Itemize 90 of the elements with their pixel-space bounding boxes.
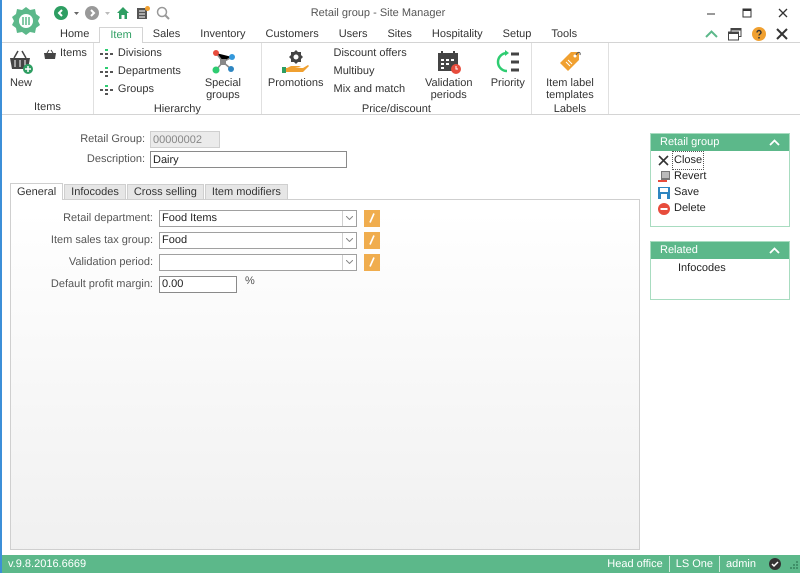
panel-title: Related bbox=[660, 243, 699, 258]
dropdown[interactable] bbox=[159, 254, 357, 270]
close-icon[interactable] bbox=[776, 28, 788, 40]
menu-tab[interactable]: Inventory bbox=[190, 26, 256, 42]
menu-tab[interactable]: Hospitality bbox=[422, 26, 493, 42]
back-icon[interactable] bbox=[54, 6, 68, 20]
edit-button[interactable] bbox=[364, 210, 380, 226]
ribbon-button[interactable]: Departments bbox=[100, 65, 181, 78]
ribbon-button[interactable]: Validation periods bbox=[414, 47, 484, 101]
field-label: Description: bbox=[86, 153, 145, 166]
hierarchy-icon bbox=[100, 48, 114, 58]
field-label: Retail department: bbox=[63, 212, 153, 224]
chevron-down-icon bbox=[346, 216, 353, 220]
unit-label: % bbox=[245, 274, 255, 289]
collapse-icon[interactable] bbox=[705, 30, 718, 38]
ribbon-group-label: Labels bbox=[554, 103, 586, 115]
tab[interactable]: Cross selling bbox=[126, 184, 204, 199]
action-link[interactable]: Infocodes bbox=[677, 260, 727, 277]
network-icon bbox=[210, 49, 236, 75]
action-link[interactable]: Save bbox=[673, 184, 700, 201]
ribbon-button[interactable]: Discount offers bbox=[334, 47, 407, 60]
window-title: Retail group - Site Manager bbox=[310, 6, 446, 21]
ribbon-button[interactable]: Groups bbox=[100, 83, 181, 96]
basket-icon bbox=[44, 48, 56, 58]
action-link[interactable]: Revert bbox=[673, 168, 708, 185]
ribbon-button[interactable]: Priority bbox=[488, 47, 528, 89]
ribbon-button[interactable]: Items bbox=[44, 47, 87, 60]
field-label: Item sales tax group: bbox=[50, 234, 153, 246]
check-icon bbox=[769, 558, 781, 570]
basket-icon bbox=[8, 49, 34, 75]
ribbon-group-label: Hierarchy bbox=[154, 103, 201, 115]
hierarchy-icon bbox=[100, 84, 114, 94]
version-text: v.9.8.2016.6669 bbox=[7, 556, 86, 572]
help-icon[interactable] bbox=[752, 27, 766, 41]
pencil-icon bbox=[368, 235, 376, 245]
chevron-down-icon bbox=[346, 260, 353, 264]
ribbon-button[interactable]: New bbox=[5, 47, 37, 89]
menu-tab[interactable]: Sites bbox=[377, 26, 422, 42]
chevron-down-icon bbox=[346, 238, 353, 242]
field-label: Validation period: bbox=[68, 256, 153, 268]
input-field[interactable]: Dairy bbox=[150, 151, 347, 168]
ribbon-group-label: Items bbox=[34, 101, 61, 113]
dropdown[interactable]: Food bbox=[159, 232, 357, 248]
tab[interactable]: Item modifiers bbox=[204, 184, 288, 199]
calendar-icon bbox=[436, 49, 462, 75]
save-icon bbox=[658, 186, 670, 198]
document-icon[interactable] bbox=[136, 6, 150, 20]
edit-button[interactable] bbox=[364, 254, 380, 270]
home-icon[interactable] bbox=[116, 6, 130, 20]
ribbon-button[interactable]: Special groups bbox=[188, 47, 258, 101]
ribbon-button[interactable]: Divisions bbox=[100, 47, 181, 60]
priority-icon bbox=[494, 49, 521, 75]
delete-icon bbox=[658, 202, 670, 214]
panel-title: Retail group bbox=[660, 135, 720, 150]
status-text: Head office bbox=[606, 556, 664, 572]
menu-tab[interactable]: Setup bbox=[492, 26, 542, 42]
dropdown[interactable]: Food Items bbox=[159, 210, 357, 226]
status-text: LS One bbox=[668, 556, 720, 572]
gear-logo-icon[interactable] bbox=[11, 6, 41, 36]
menu-tab[interactable]: Sales bbox=[142, 26, 190, 42]
windows-icon[interactable] bbox=[728, 28, 742, 40]
menu-tab[interactable]: Customers bbox=[256, 26, 329, 42]
maximize-icon[interactable] bbox=[742, 8, 752, 18]
forward-icon[interactable] bbox=[85, 6, 99, 20]
action-link[interactable]: Delete bbox=[673, 200, 707, 217]
resize-grip-icon[interactable] bbox=[788, 559, 798, 569]
ribbon-group-label: Price/discount bbox=[362, 103, 431, 115]
field-label: Default profit margin: bbox=[50, 278, 153, 290]
edit-button[interactable] bbox=[364, 232, 380, 248]
menu-tab[interactable]: Home bbox=[50, 26, 100, 42]
pencil-icon bbox=[368, 257, 376, 267]
close-icon[interactable] bbox=[778, 8, 788, 18]
action-link[interactable]: Close bbox=[673, 152, 704, 169]
hand-coin-icon bbox=[280, 49, 311, 75]
search-icon[interactable] bbox=[156, 6, 170, 20]
ribbon-button[interactable]: Promotions bbox=[264, 47, 327, 89]
ribbon-button[interactable]: Item label templates bbox=[534, 47, 605, 101]
input-field[interactable]: 0.00 bbox=[159, 276, 237, 292]
status-text: admin bbox=[719, 556, 762, 572]
menu-tab[interactable]: Users bbox=[328, 26, 378, 42]
close-icon bbox=[658, 155, 669, 166]
menu-tab[interactable]: Tools bbox=[541, 26, 588, 42]
caret-icon[interactable] bbox=[74, 12, 79, 14]
tab[interactable]: General bbox=[10, 183, 64, 200]
ribbon-button[interactable]: Multibuy bbox=[334, 65, 407, 78]
pencil-icon bbox=[368, 213, 376, 223]
ribbon-button[interactable]: Mix and match bbox=[334, 83, 407, 96]
hierarchy-icon bbox=[100, 66, 114, 76]
tab[interactable]: Infocodes bbox=[64, 184, 126, 199]
field-label: Retail Group: bbox=[80, 133, 145, 146]
